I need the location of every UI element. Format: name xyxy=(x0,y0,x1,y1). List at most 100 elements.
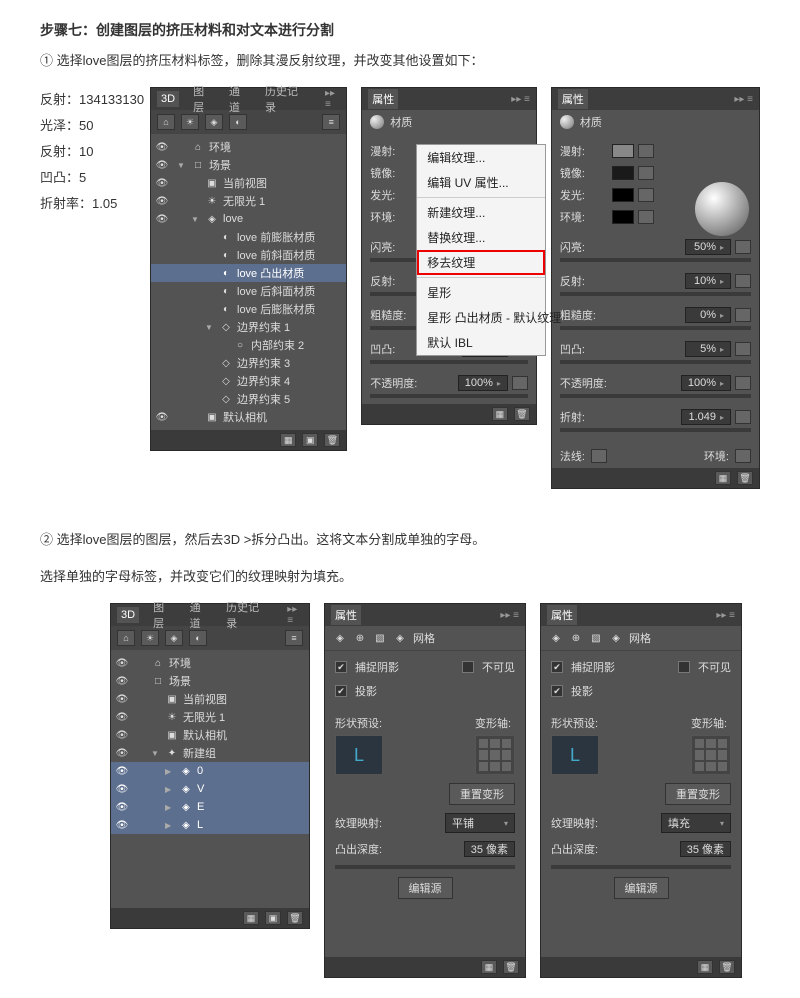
panel-menu-icon[interactable]: ▸▸ ≡ xyxy=(500,610,525,621)
shape-preview[interactable]: L xyxy=(551,735,599,775)
slider[interactable] xyxy=(560,360,751,364)
color-swatch[interactable] xyxy=(612,188,634,202)
tab-properties[interactable]: 属性 xyxy=(368,89,398,109)
checkbox-catch-shadow[interactable] xyxy=(335,661,347,673)
menu-icon[interactable]: ≡ xyxy=(322,114,340,130)
slider[interactable] xyxy=(560,258,751,262)
tree-row[interactable]: 👁▣默认相机 xyxy=(151,408,346,426)
tree-row[interactable]: 👁▶◈L xyxy=(111,816,309,834)
edit-source-button[interactable]: 编辑源 xyxy=(398,877,453,899)
new-icon[interactable]: ▣ xyxy=(265,911,281,925)
visibility-icon[interactable]: 👁 xyxy=(115,658,129,669)
folder-icon[interactable] xyxy=(638,144,654,158)
folder-icon[interactable] xyxy=(591,449,607,463)
menu-item[interactable]: 默认 IBL xyxy=(417,330,545,355)
tree-row[interactable]: ◐love 凸出材质 xyxy=(151,264,346,282)
filter-mat-icon[interactable]: ◐ xyxy=(229,114,247,130)
tree-row[interactable]: ◐love 后膨胀材质 xyxy=(151,300,346,318)
tree-row[interactable]: 👁▶◈V xyxy=(111,780,309,798)
value-input[interactable]: 100%▸ xyxy=(681,375,731,391)
filter-mat-icon[interactable]: ◐ xyxy=(189,630,207,646)
visibility-icon[interactable]: 👁 xyxy=(155,214,169,225)
tab-properties[interactable]: 属性 xyxy=(558,89,588,109)
deform-axis-grid[interactable] xyxy=(691,735,731,775)
tree-row[interactable]: ◇边界约束 4 xyxy=(151,372,346,390)
slider[interactable] xyxy=(560,394,751,398)
visibility-icon[interactable]: 👁 xyxy=(115,730,129,741)
tab-历史记录[interactable]: 历史记录 xyxy=(261,81,305,117)
visibility-icon[interactable]: 👁 xyxy=(155,160,169,171)
twisty-icon[interactable]: ▼ xyxy=(191,215,201,224)
render-icon[interactable]: ▦ xyxy=(280,433,296,447)
panel-menu-icon[interactable]: ▸▸ ≡ xyxy=(325,88,346,110)
twisty-icon[interactable]: ▼ xyxy=(205,323,215,332)
extrude-input[interactable]: 35 像素 xyxy=(680,841,731,857)
trash-icon[interactable]: 🗑 xyxy=(324,433,340,447)
tab-图层[interactable]: 图层 xyxy=(189,81,215,117)
tree-row[interactable]: 👁▼□场景 xyxy=(151,156,346,174)
value-input[interactable]: 1.049▸ xyxy=(681,409,731,425)
folder-icon[interactable] xyxy=(735,449,751,463)
tree-row[interactable]: ◐love 前斜面材质 xyxy=(151,246,346,264)
visibility-icon[interactable]: 👁 xyxy=(115,820,129,831)
footer-icon[interactable]: ▦ xyxy=(481,960,497,974)
tree-row[interactable]: ○内部约束 2 xyxy=(151,336,346,354)
tab-3D[interactable]: 3D xyxy=(157,91,179,107)
tex-map-dropdown[interactable]: 填充▾ xyxy=(661,813,731,833)
visibility-icon[interactable]: 👁 xyxy=(115,766,129,777)
filter-light-icon[interactable]: ☀ xyxy=(181,114,199,130)
slider[interactable] xyxy=(560,292,751,296)
folder-icon[interactable] xyxy=(638,166,654,180)
tree-row[interactable]: ▼◇边界约束 1 xyxy=(151,318,346,336)
cap-icon[interactable]: ▧ xyxy=(373,631,387,645)
filter-env-icon[interactable]: ⌂ xyxy=(117,630,135,646)
menu-item[interactable]: 新建纹理... xyxy=(417,200,545,225)
trash-icon[interactable]: 🗑 xyxy=(737,471,753,485)
deform-axis-grid[interactable] xyxy=(475,735,515,775)
coord-icon[interactable]: ⊕ xyxy=(353,631,367,645)
deform-icon[interactable]: ◈ xyxy=(393,631,407,645)
material-preview-icon[interactable] xyxy=(695,182,749,236)
visibility-icon[interactable]: 👁 xyxy=(115,748,129,759)
folder-icon[interactable] xyxy=(512,376,528,390)
twisty-icon[interactable]: ▼ xyxy=(151,749,161,758)
tab-3D[interactable]: 3D xyxy=(117,607,139,623)
slider[interactable] xyxy=(370,360,528,364)
tree-row[interactable]: 👁⌂环境 xyxy=(151,138,346,156)
checkbox-invisible[interactable] xyxy=(678,661,690,673)
tab-通道[interactable]: 通道 xyxy=(225,81,251,117)
edit-source-button[interactable]: 编辑源 xyxy=(614,877,669,899)
tree-row[interactable]: 👁▶◈E xyxy=(111,798,309,816)
twisty-icon[interactable]: ▶ xyxy=(165,767,175,776)
footer-icon[interactable]: ▦ xyxy=(697,960,713,974)
menu-item[interactable]: 移去纹理 xyxy=(417,250,545,275)
visibility-icon[interactable]: 👁 xyxy=(115,784,129,795)
visibility-icon[interactable]: 👁 xyxy=(155,196,169,207)
tree-row[interactable]: 👁☀无限光 1 xyxy=(151,192,346,210)
color-swatch[interactable] xyxy=(612,144,634,158)
tree-row[interactable]: 👁☀无限光 1 xyxy=(111,708,309,726)
value-input[interactable]: 0%▸ xyxy=(685,307,731,323)
render-icon[interactable]: ▦ xyxy=(243,911,259,925)
tree-row[interactable]: 👁▣默认相机 xyxy=(111,726,309,744)
panel-menu-icon[interactable]: ▸▸ ≡ xyxy=(716,610,741,621)
twisty-icon[interactable]: ▼ xyxy=(177,161,187,170)
tab-通道[interactable]: 通道 xyxy=(186,597,213,633)
tex-map-dropdown[interactable]: 平铺▾ xyxy=(445,813,515,833)
folder-icon[interactable] xyxy=(735,410,751,424)
menu-icon[interactable]: ≡ xyxy=(285,630,303,646)
folder-icon[interactable] xyxy=(638,188,654,202)
value-input[interactable]: 10%▸ xyxy=(685,273,731,289)
visibility-icon[interactable]: 👁 xyxy=(155,412,169,423)
panel-menu-icon[interactable]: ▸▸ ≡ xyxy=(511,94,536,105)
tab-图层[interactable]: 图层 xyxy=(149,597,176,633)
footer-icon[interactable]: ▦ xyxy=(715,471,731,485)
checkbox-invisible[interactable] xyxy=(462,661,474,673)
checkbox-cast-shadow[interactable] xyxy=(335,685,347,697)
value-input[interactable]: 50%▸ xyxy=(685,239,731,255)
color-swatch[interactable] xyxy=(612,166,634,180)
slider[interactable] xyxy=(335,865,515,869)
extrude-input[interactable]: 35 像素 xyxy=(464,841,515,857)
panel-menu-icon[interactable]: ▸▸ ≡ xyxy=(287,604,309,626)
tree-row[interactable]: ◐love 后斜面材质 xyxy=(151,282,346,300)
